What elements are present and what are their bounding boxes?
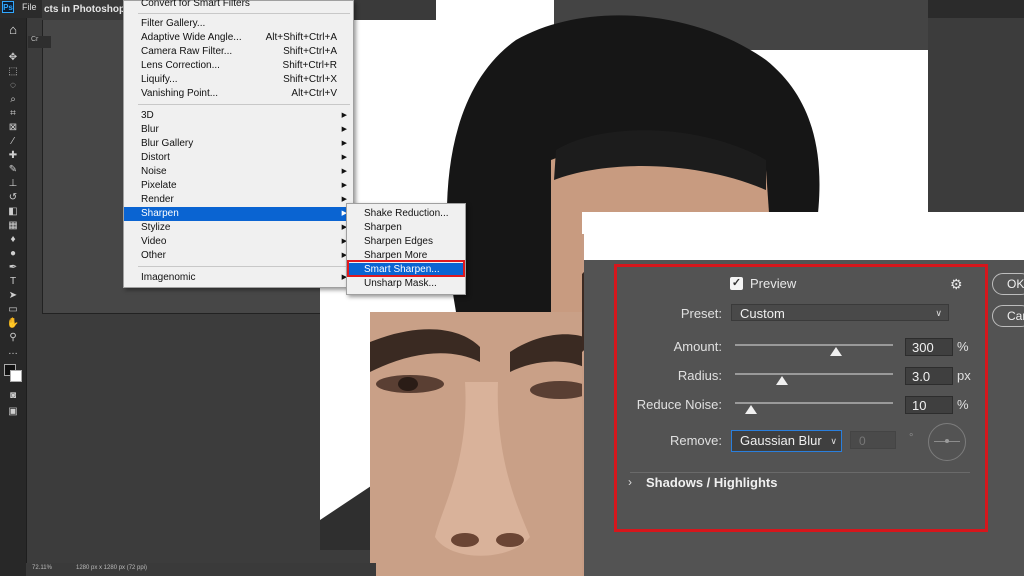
more-tools-icon[interactable]: … bbox=[6, 346, 20, 358]
eraser-tool-icon[interactable]: ◧ bbox=[6, 206, 20, 218]
submenu-arrow-icon: ▶ bbox=[341, 168, 347, 175]
submenu-item-unsharp-mask[interactable]: Unsharp Mask... bbox=[347, 277, 465, 291]
submenu-item-sharpen[interactable]: Sharpen bbox=[347, 221, 465, 235]
menu-item-blur-gallery[interactable]: Blur Gallery ▶ bbox=[124, 137, 353, 151]
document-title: cts in Photoshop i bbox=[44, 4, 131, 15]
submenu-arrow-icon: ▶ bbox=[341, 140, 347, 147]
menu-separator bbox=[138, 266, 350, 267]
menu-item-distort[interactable]: Distort ▶ bbox=[124, 151, 353, 165]
home-icon[interactable]: ⌂ bbox=[4, 22, 22, 38]
menu-item-lens-correction[interactable]: Lens Correction... Shift+Ctrl+R bbox=[124, 59, 353, 73]
tools-panel: ✥ ⬚ ◌ ⌕ ⌗ ⊠ ⁄ ✚ ✎ ⊥ ↺ ◧ ▦ ♦ ● ✒ T ➤ ▭ ✋ … bbox=[0, 18, 27, 576]
background-color-swatch[interactable] bbox=[10, 370, 22, 382]
move-tool-icon[interactable]: ✥ bbox=[6, 52, 20, 64]
menu-item-blur[interactable]: Blur ▶ bbox=[124, 123, 353, 137]
menu-item-noise[interactable]: Noise ▶ bbox=[124, 165, 353, 179]
menu-file[interactable]: File bbox=[22, 2, 37, 12]
portrait-photo-nose bbox=[370, 312, 584, 576]
screen-mode-icon[interactable]: ▣ bbox=[6, 406, 20, 418]
filter-menu: Convert for Smart Filters Filter Gallery… bbox=[123, 0, 354, 288]
sharpen-submenu: Shake Reduction... Sharpen Sharpen Edges… bbox=[346, 203, 466, 295]
photoshop-logo: Ps bbox=[2, 1, 14, 13]
smart-sharpen-highlight bbox=[347, 260, 465, 277]
menu-item-vanishing-point[interactable]: Vanishing Point... Alt+Ctrl+V bbox=[124, 87, 353, 101]
submenu-arrow-icon: ▶ bbox=[341, 182, 347, 189]
zoom-tool-icon[interactable]: ⚲ bbox=[6, 332, 20, 344]
menu-item-video[interactable]: Video ▶ bbox=[124, 235, 353, 249]
menu-separator bbox=[138, 104, 350, 105]
menu-item-other[interactable]: Other ▶ bbox=[124, 249, 353, 263]
stamp-tool-icon[interactable]: ⊥ bbox=[6, 178, 20, 190]
quick-mask-icon[interactable]: ◙ bbox=[6, 390, 20, 402]
eyedropper-tool-icon[interactable]: ⁄ bbox=[6, 136, 20, 148]
menu-item-convert-smart-filters[interactable]: Convert for Smart Filters bbox=[124, 0, 353, 11]
marquee-tool-icon[interactable]: ⬚ bbox=[6, 66, 20, 78]
history-brush-icon[interactable]: ↺ bbox=[6, 192, 20, 204]
zoom-level: 72.11% bbox=[32, 565, 52, 571]
menu-item-adaptive-wide-angle[interactable]: Adaptive Wide Angle... Alt+Shift+Ctrl+A bbox=[124, 31, 353, 45]
menu-item-pixelate[interactable]: Pixelate ▶ bbox=[124, 179, 353, 193]
menu-item-sharpen[interactable]: Sharpen ▶ bbox=[124, 207, 353, 221]
menu-item-liquify[interactable]: Liquify... Shift+Ctrl+X bbox=[124, 73, 353, 87]
brush-tool-icon[interactable]: ✎ bbox=[6, 164, 20, 176]
shape-tool-icon[interactable]: ▭ bbox=[6, 304, 20, 316]
submenu-item-shake-reduction[interactable]: Shake Reduction... bbox=[347, 207, 465, 221]
gradient-tool-icon[interactable]: ▦ bbox=[6, 220, 20, 232]
healing-tool-icon[interactable]: ✚ bbox=[6, 150, 20, 162]
ok-button[interactable]: OK bbox=[992, 273, 1024, 295]
document-dimensions: 1280 px x 1280 px (72 ppi) bbox=[76, 565, 148, 571]
type-tool-icon[interactable]: T bbox=[6, 276, 20, 288]
cancel-button[interactable]: Cancel bbox=[992, 305, 1024, 327]
hand-tool-icon[interactable]: ✋ bbox=[6, 318, 20, 330]
lasso-tool-icon[interactable]: ◌ bbox=[6, 80, 20, 92]
submenu-arrow-icon: ▶ bbox=[341, 154, 347, 161]
menu-separator bbox=[138, 13, 350, 14]
frame-tool-icon[interactable]: ⊠ bbox=[6, 122, 20, 134]
submenu-item-sharpen-edges[interactable]: Sharpen Edges bbox=[347, 235, 465, 249]
dodge-tool-icon[interactable]: ● bbox=[6, 248, 20, 260]
submenu-arrow-icon: ▶ bbox=[341, 112, 347, 119]
menu-item-filter-gallery[interactable]: Filter Gallery... bbox=[124, 17, 353, 31]
document-tab[interactable]: Cr bbox=[28, 36, 51, 48]
settings-highlight-box bbox=[614, 264, 988, 532]
menu-item-imagenomic[interactable]: Imagenomic ▶ bbox=[124, 271, 353, 285]
menu-item-stylize[interactable]: Stylize ▶ bbox=[124, 221, 353, 235]
submenu-arrow-icon: ▶ bbox=[341, 126, 347, 133]
menu-item-render[interactable]: Render ▶ bbox=[124, 193, 353, 207]
menu-item-3d[interactable]: 3D ▶ bbox=[124, 109, 353, 123]
quick-select-tool-icon[interactable]: ⌕ bbox=[6, 94, 20, 106]
path-select-tool-icon[interactable]: ➤ bbox=[6, 290, 20, 302]
blur-tool-icon[interactable]: ♦ bbox=[6, 234, 20, 246]
crop-tool-icon[interactable]: ⌗ bbox=[6, 108, 20, 120]
menu-item-camera-raw[interactable]: Camera Raw Filter... Shift+Ctrl+A bbox=[124, 45, 353, 59]
pen-tool-icon[interactable]: ✒ bbox=[6, 262, 20, 274]
